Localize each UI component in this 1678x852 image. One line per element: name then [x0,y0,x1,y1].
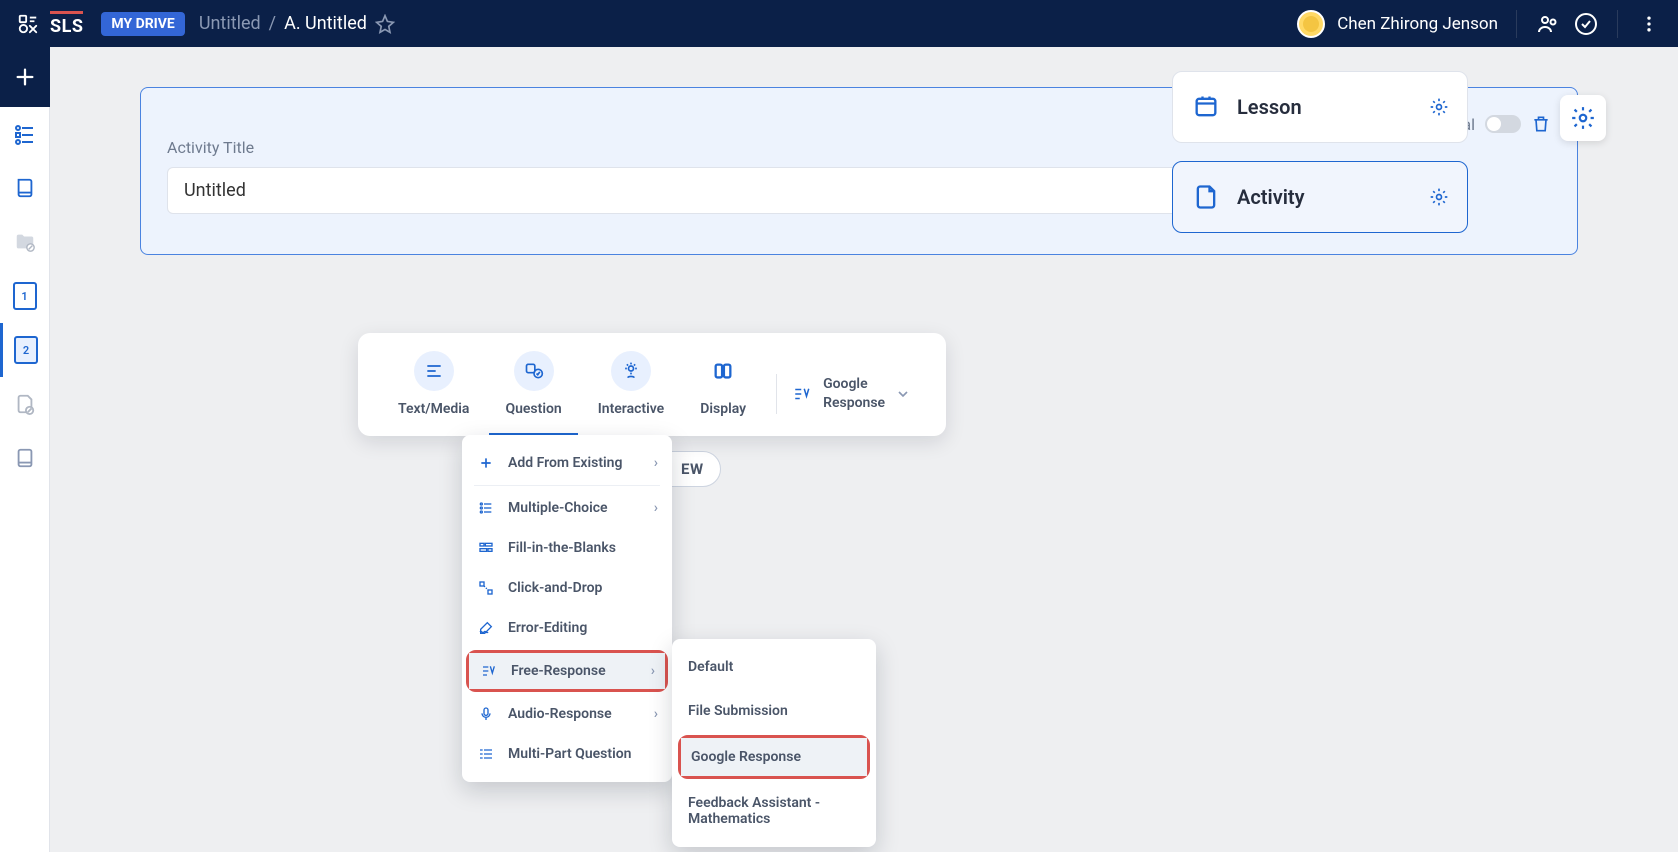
menu-item-label: Multiple-Choice [508,500,608,516]
settings-float-button[interactable] [1560,95,1606,141]
chevron-down-icon [895,386,911,402]
breadcrumb-current[interactable]: A. Untitled [284,13,367,34]
question-icon [514,351,554,391]
highlight-free-response: Free-Response › [466,650,668,692]
highlight-google-response: Google Response [678,735,870,779]
menu-item-label: Audio-Response [508,706,612,722]
response-type-icon [791,385,813,403]
panel-card-lesson[interactable]: Lesson [1172,71,1468,143]
my-drive-badge[interactable]: MY DRIVE [101,12,184,36]
more-vertical-icon[interactable] [1636,11,1662,37]
avatar[interactable] [1297,10,1325,38]
menu-item-label: Error-Editing [508,620,587,636]
sidebar-item-page-1[interactable]: 1 [0,269,50,323]
breadcrumb: Untitled / A. Untitled [199,13,395,34]
sidebar-item-outline[interactable] [0,107,50,161]
response-type-label-line2: Response [823,394,885,412]
free-response-submenu: Default File Submission Google Response … [672,639,876,847]
user-cluster: Chen Zhirong Jenson [1297,10,1662,38]
submenu-item-file-submission[interactable]: File Submission [672,689,876,733]
panel-title: Lesson [1237,95,1413,119]
sidebar-item-book[interactable] [0,161,50,215]
sidebar-item-draft-disabled [0,377,50,431]
sls-logo[interactable]: SLS [50,11,83,37]
tab-label: Text/Media [398,401,469,417]
sidebar-item-notebook[interactable] [0,431,50,485]
menu-item-error-editing[interactable]: Error-Editing [462,608,672,648]
top-header: SLS MY DRIVE Untitled / A. Untitled Chen… [0,0,1678,47]
main-canvas: Optional Activity Title EW Text/Media [50,47,1678,852]
plus-icon [476,455,496,471]
menu-item-label: Add From Existing [508,455,622,471]
tab-interactive[interactable]: Interactive [582,351,681,433]
click-drop-icon [476,580,496,596]
chevron-right-icon: › [654,500,658,516]
sidebar-item-folder-disabled [0,215,50,269]
user-name[interactable]: Chen Zhirong Jenson [1337,14,1498,34]
breadcrumb-separator: / [269,13,276,34]
menu-item-label: Fill-in-the-Blanks [508,540,616,556]
menu-item-click-drop[interactable]: Click-and-Drop [462,568,672,608]
delete-icon[interactable] [1531,114,1551,134]
tab-question[interactable]: Question [489,351,577,436]
error-editing-icon [476,620,496,636]
display-icon [703,351,743,391]
blanks-icon [476,540,496,556]
chevron-right-icon: › [651,663,655,679]
menu-item-label: Multi-Part Question [508,746,631,762]
menu-item-multi-part[interactable]: Multi-Part Question [462,734,672,774]
question-dropdown: Add From Existing › Multiple-Choice › Fi… [462,435,672,782]
submenu-item-google-response[interactable]: Google Response [681,738,867,776]
apps-icon[interactable] [16,12,40,36]
text-media-icon [414,351,454,391]
chevron-right-icon: › [654,455,658,471]
lesson-icon [1191,92,1221,122]
menu-item-audio-response[interactable]: Audio-Response › [462,694,672,734]
sidebar-item-page-2[interactable]: 2 [0,323,50,377]
tab-label: Question [505,401,561,417]
optional-toggle[interactable] [1485,115,1521,133]
checkmark-circle-icon[interactable] [1573,11,1599,37]
right-panel: Lesson Activity [1172,71,1468,233]
left-rail: 1 2 [0,47,50,852]
menu-item-multiple-choice[interactable]: Multiple-Choice › [462,488,672,528]
tab-label: Display [700,401,746,417]
list-icon [476,500,496,516]
panel-card-activity[interactable]: Activity [1172,161,1468,233]
logo-cluster: SLS MY DRIVE [16,11,185,37]
star-icon[interactable] [375,14,395,34]
gear-icon[interactable] [1429,187,1449,207]
document-icon [1191,182,1221,212]
submenu-item-default[interactable]: Default [672,645,876,689]
free-response-icon [479,663,499,679]
submenu-item-feedback-math[interactable]: Feedback Assistant - Mathematics [672,781,876,841]
dropdown-divider [474,485,660,486]
interactive-icon [611,351,651,391]
component-toolbar: Text/Media Question Interactive Display [358,333,946,436]
response-type-picker[interactable]: Google Response [791,375,911,411]
menu-item-fill-blanks[interactable]: Fill-in-the-Blanks [462,528,672,568]
menu-item-label: Free-Response [511,663,606,679]
breadcrumb-parent[interactable]: Untitled [199,13,261,34]
response-type-label-line1: Google [823,375,885,393]
gear-icon[interactable] [1429,97,1449,117]
activity-title-input[interactable] [167,167,1219,214]
collaborators-icon[interactable] [1535,11,1561,37]
chevron-right-icon: › [654,706,658,722]
tab-display[interactable]: Display [684,351,762,433]
multi-part-icon [476,746,496,762]
menu-item-free-response[interactable]: Free-Response › [469,653,665,689]
menu-item-add-from-existing[interactable]: Add From Existing › [462,443,672,483]
panel-title: Activity [1237,185,1413,209]
add-button[interactable] [0,47,50,107]
tab-label: Interactive [598,401,665,417]
menu-item-label: Click-and-Drop [508,580,602,596]
microphone-icon [476,706,496,722]
toolbar-separator [776,374,777,414]
tab-text-media[interactable]: Text/Media [382,351,485,433]
